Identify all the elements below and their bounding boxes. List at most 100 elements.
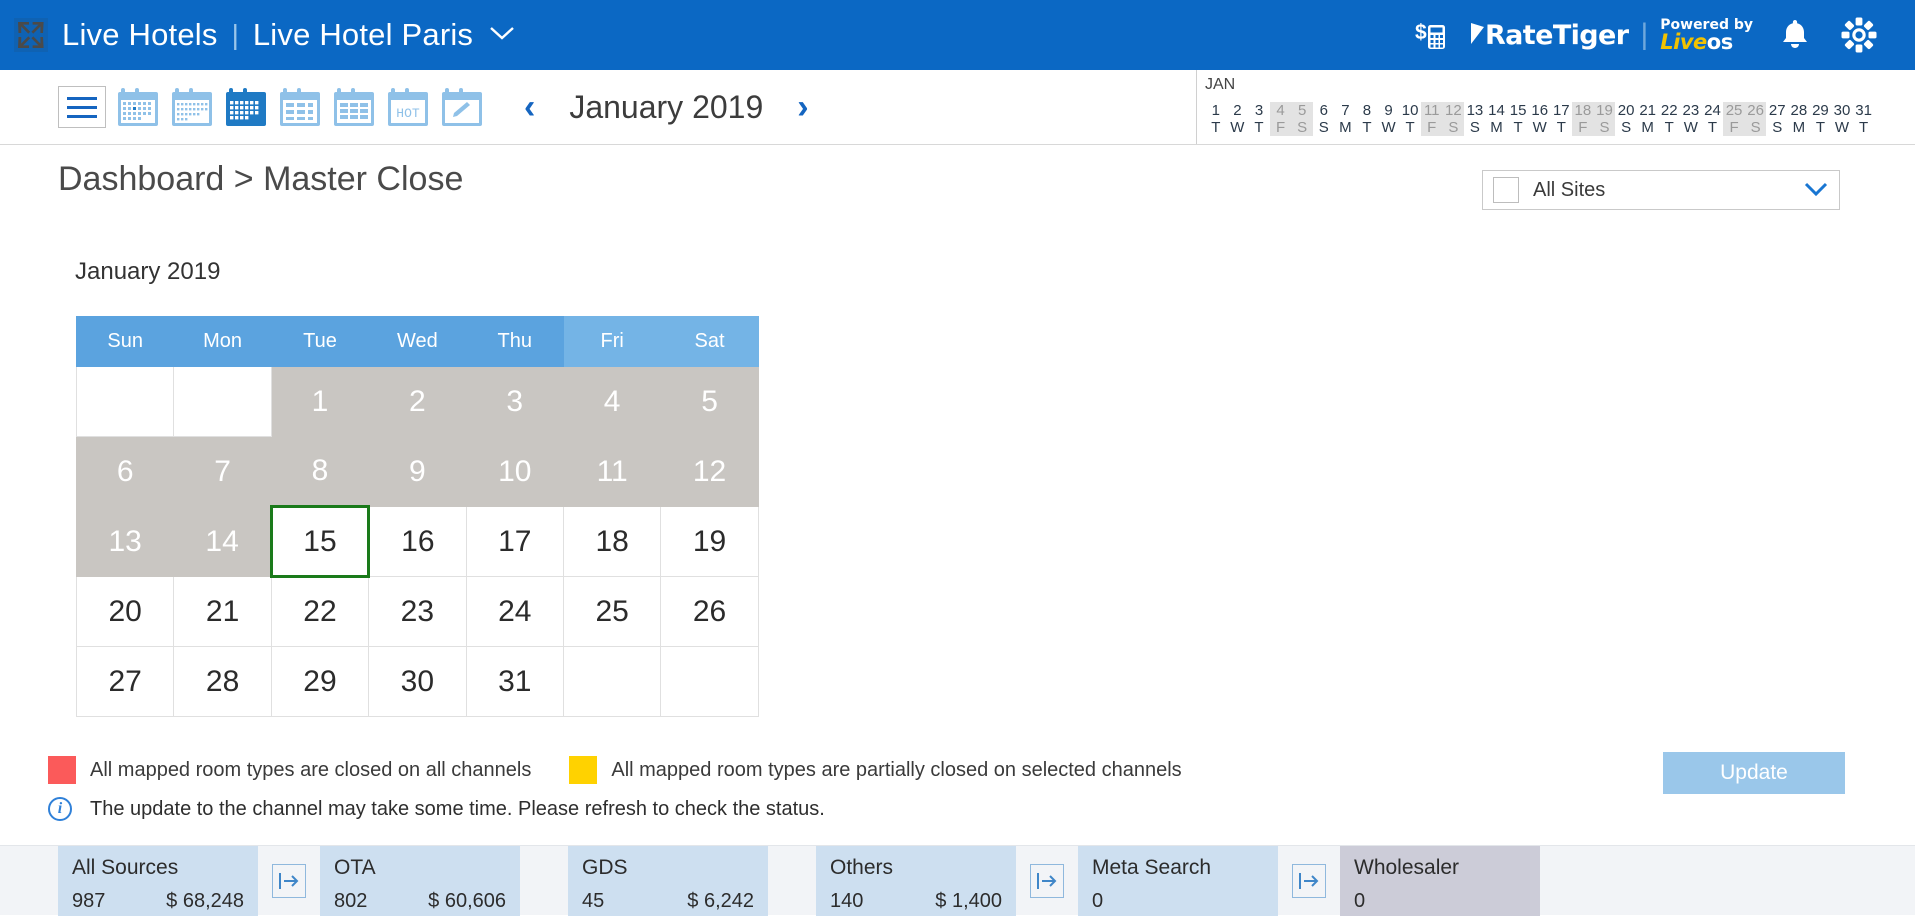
strip-day-letter: T bbox=[1362, 119, 1372, 136]
calendar-compact-icon[interactable] bbox=[170, 86, 214, 128]
strip-day-number[interactable]: 2 bbox=[1227, 102, 1249, 119]
strip-day-number[interactable]: 10 bbox=[1399, 102, 1421, 119]
strip-day-number[interactable]: 26 bbox=[1744, 102, 1767, 119]
strip-day-number[interactable]: 29 bbox=[1810, 102, 1832, 119]
strip-day-number[interactable]: 11 bbox=[1420, 102, 1443, 119]
strip-day-number[interactable]: 12 bbox=[1442, 102, 1465, 119]
update-button[interactable]: Update bbox=[1663, 752, 1845, 794]
calendar-day-cell[interactable]: 3 bbox=[465, 366, 564, 437]
calendar-day-cell[interactable]: 25 bbox=[562, 576, 662, 647]
month-strip-title: JAN bbox=[1205, 76, 1236, 93]
calendar-day-cell[interactable]: 4 bbox=[562, 366, 662, 437]
panel-expand-icon[interactable] bbox=[1292, 863, 1326, 898]
stat-card[interactable]: Others 140 $ 1,400 bbox=[816, 846, 1016, 916]
calendar-table-icon[interactable] bbox=[332, 86, 376, 128]
strip-day-number[interactable]: 24 bbox=[1702, 102, 1724, 119]
settings-gear-icon[interactable] bbox=[1827, 0, 1891, 70]
calendar-day-cell[interactable]: 26 bbox=[660, 576, 759, 647]
calendar-day-cell[interactable]: 16 bbox=[368, 506, 467, 577]
stat-splitter[interactable] bbox=[1278, 846, 1340, 915]
stat-card[interactable]: OTA 802 $ 60,606 bbox=[320, 846, 520, 916]
calendar-grid-icon[interactable] bbox=[224, 86, 268, 128]
dollar-calculator-icon[interactable]: $ bbox=[1401, 0, 1465, 70]
notification-bell-icon[interactable] bbox=[1763, 0, 1827, 70]
expand-arrows-icon[interactable] bbox=[14, 18, 48, 52]
calendar-title: January 2019 bbox=[75, 258, 221, 285]
calendar-month-icon[interactable] bbox=[116, 86, 160, 128]
strip-day-number[interactable]: 18 bbox=[1572, 102, 1594, 119]
calendar-day-cell[interactable]: 18 bbox=[562, 506, 662, 577]
panel-expand-icon[interactable] bbox=[272, 863, 306, 898]
calendar-hot-icon[interactable]: HOT bbox=[386, 86, 430, 128]
calendar-day-cell[interactable]: 20 bbox=[75, 576, 175, 647]
calendar-day-cell[interactable]: 19 bbox=[660, 506, 759, 577]
calendar-day-cell[interactable]: 27 bbox=[75, 646, 175, 717]
panel-expand-icon[interactable] bbox=[1030, 863, 1064, 898]
strip-day-number[interactable]: 19 bbox=[1593, 102, 1616, 119]
calendar-day-cell[interactable]: 22 bbox=[270, 576, 370, 647]
hamburger-menu-icon[interactable] bbox=[58, 86, 106, 128]
stat-card-amount: $ 6,242 bbox=[687, 890, 754, 912]
strip-day-number[interactable]: 5 bbox=[1291, 102, 1313, 119]
strip-day-number[interactable]: 15 bbox=[1507, 102, 1529, 119]
strip-day-number[interactable]: 21 bbox=[1637, 102, 1659, 119]
all-sites-checkbox[interactable] bbox=[1493, 177, 1519, 203]
stat-card[interactable]: Wholesaler 0 bbox=[1340, 846, 1540, 916]
calendar-day-cell[interactable]: 12 bbox=[660, 436, 759, 507]
calendar-day-cell[interactable]: 8 bbox=[270, 436, 370, 507]
stat-card[interactable]: Meta Search 0 bbox=[1078, 846, 1278, 916]
calendar-day-cell[interactable]: 21 bbox=[173, 576, 272, 647]
next-month-button[interactable]: › bbox=[791, 90, 814, 124]
calendar-edit-icon[interactable] bbox=[440, 86, 484, 128]
calendar-day-cell[interactable]: 9 bbox=[368, 436, 467, 507]
calendar-day-cell[interactable]: 13 bbox=[75, 506, 175, 577]
calendar-day-cell[interactable]: 30 bbox=[368, 646, 467, 717]
strip-day-number[interactable]: 28 bbox=[1788, 102, 1810, 119]
strip-day-number[interactable]: 23 bbox=[1680, 102, 1702, 119]
stat-splitter[interactable] bbox=[1016, 846, 1078, 915]
calendar-day-cell[interactable]: 7 bbox=[173, 436, 272, 507]
calendar-day-cell[interactable]: 11 bbox=[562, 436, 662, 507]
chevron-down-icon[interactable] bbox=[1803, 176, 1829, 204]
calendar-day-cell[interactable]: 6 bbox=[75, 436, 175, 507]
strip-day-number[interactable]: 14 bbox=[1486, 102, 1508, 119]
calendar-day-cell[interactable]: 14 bbox=[173, 506, 272, 577]
strip-day-number[interactable]: 31 bbox=[1853, 102, 1875, 119]
strip-day-number[interactable]: 7 bbox=[1335, 102, 1357, 119]
calendar-day-cell[interactable]: 24 bbox=[465, 576, 564, 647]
breadcrumb[interactable]: Dashboard > Master Close bbox=[58, 160, 463, 199]
prev-month-button[interactable]: ‹ bbox=[518, 90, 541, 124]
calendar-day-cell[interactable]: 31 bbox=[465, 646, 564, 717]
calendar-rates-icon[interactable] bbox=[278, 86, 322, 128]
calendar-day-cell[interactable]: 2 bbox=[368, 366, 467, 437]
stat-card[interactable]: All Sources 987 $ 68,248 bbox=[58, 846, 258, 916]
strip-day-number[interactable]: 16 bbox=[1529, 102, 1551, 119]
strip-day-number[interactable]: 6 bbox=[1313, 102, 1335, 119]
strip-day-number[interactable]: 22 bbox=[1658, 102, 1680, 119]
strip-day-number[interactable]: 8 bbox=[1356, 102, 1378, 119]
strip-day-number[interactable]: 20 bbox=[1615, 102, 1637, 119]
strip-day-number[interactable]: 3 bbox=[1248, 102, 1270, 119]
calendar-day-cell[interactable]: 10 bbox=[465, 436, 564, 507]
property-chevron-down-icon[interactable] bbox=[487, 23, 517, 48]
calendar-day-cell[interactable]: 15 bbox=[269, 505, 371, 578]
calendar-day-cell[interactable]: 5 bbox=[660, 366, 759, 437]
strip-day-number[interactable]: 25 bbox=[1723, 102, 1745, 119]
calendar-day-cell[interactable]: 28 bbox=[173, 646, 272, 717]
strip-day-number[interactable]: 9 bbox=[1378, 102, 1400, 119]
strip-day-number[interactable]: 17 bbox=[1551, 102, 1573, 119]
calendar-day-cell[interactable]: 29 bbox=[270, 646, 370, 717]
property-name[interactable]: Live Hotel Paris bbox=[253, 17, 473, 53]
calendar-day-cell[interactable]: 1 bbox=[270, 366, 370, 437]
calendar-day-cell[interactable]: 23 bbox=[368, 576, 467, 647]
stat-card[interactable]: GDS 45 $ 6,242 bbox=[568, 846, 768, 916]
site-selector[interactable]: All Sites bbox=[1482, 170, 1840, 210]
strip-day-number[interactable]: 30 bbox=[1831, 102, 1853, 119]
strip-day-number[interactable]: 27 bbox=[1766, 102, 1788, 119]
calendar-day-cell[interactable]: 17 bbox=[465, 506, 564, 577]
strip-day-number[interactable]: 1 bbox=[1205, 102, 1227, 119]
strip-day-number[interactable]: 4 bbox=[1269, 102, 1292, 119]
stat-splitter[interactable] bbox=[258, 846, 320, 915]
strip-day-number[interactable]: 13 bbox=[1464, 102, 1486, 119]
legend: All mapped room types are closed on all … bbox=[48, 756, 1220, 784]
